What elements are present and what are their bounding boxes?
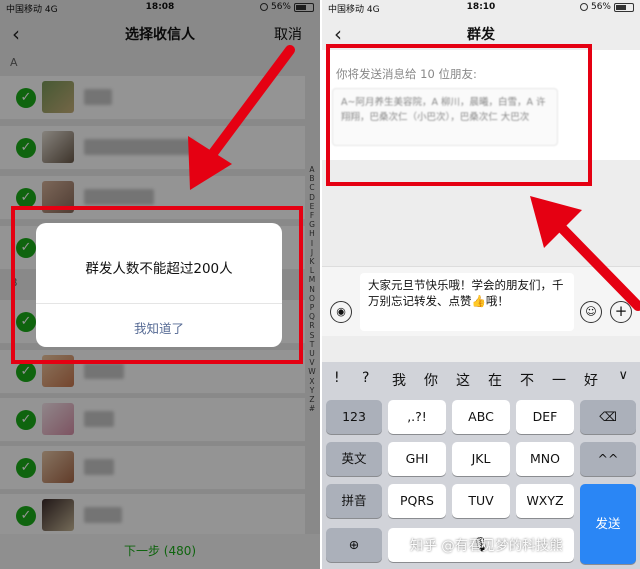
key-pqrs[interactable]: PQRS (388, 484, 446, 518)
collapse-chevron-icon[interactable]: ∨ (618, 368, 628, 383)
battery-percent: 56% (590, 2, 611, 12)
battery-indicator: 56% (579, 2, 634, 12)
send-button[interactable]: 发送 (580, 484, 636, 564)
plus-icon[interactable]: + (610, 301, 632, 323)
key-tuv[interactable]: TUV (452, 484, 510, 518)
key-numbers[interactable]: 123 (326, 400, 382, 434)
candidate-item[interactable]: 好 (584, 370, 598, 390)
message-text-field[interactable]: 大家元旦节快乐哦！学会的朋友们，千万别忘记转发、点赞👍哦！ (360, 273, 574, 331)
key-jkl[interactable]: JKL (452, 442, 510, 476)
page-title: 群发 (467, 27, 495, 43)
candidate-item[interactable]: 你 (424, 370, 438, 390)
rotation-lock-icon (579, 3, 588, 11)
candidate-item[interactable]: 不 (520, 370, 534, 390)
watermark: 知乎 @有看见梦的科技熊 (410, 538, 563, 554)
globe-icon[interactable]: ⊕ (326, 528, 382, 562)
message-input-bar: ◉ 大家元旦节快乐哦！学会的朋友们，千万别忘记转发、点赞👍哦！ ☺ + (322, 266, 640, 336)
highlight-box (326, 44, 592, 186)
backspace-icon[interactable]: ⌫ (580, 400, 636, 434)
key-emoticon[interactable]: ^^ (580, 442, 636, 476)
battery-icon (614, 2, 634, 12)
key-english[interactable]: 英文 (326, 442, 382, 476)
candidate-item[interactable]: ? (362, 370, 369, 386)
voice-input-icon[interactable]: ◉ (330, 301, 352, 323)
candidate-item[interactable]: 在 (488, 370, 502, 390)
key-mno[interactable]: MNO (516, 442, 574, 476)
key-punctuation[interactable]: ,.?! (388, 400, 446, 434)
key-wxyz[interactable]: WXYZ (516, 484, 574, 518)
key-def[interactable]: DEF (516, 400, 574, 434)
candidate-bar: ∨ !? 我你这在不一好 (322, 362, 640, 396)
candidate-item[interactable]: 一 (552, 370, 566, 390)
emoji-icon[interactable]: ☺ (580, 301, 602, 323)
highlight-box (11, 206, 303, 364)
candidate-item[interactable]: 这 (456, 370, 470, 390)
candidate-item[interactable]: ! (334, 370, 340, 386)
key-ghi[interactable]: GHI (388, 442, 446, 476)
key-abc[interactable]: ABC (452, 400, 510, 434)
key-pinyin[interactable]: 拼音 (326, 484, 382, 518)
status-bar: 中国移动 4G 18:10 56% (322, 0, 640, 16)
recipient-picker-screen: 中国移动 4G 18:08 56% ‹ 选择收信人 取消 A ✓ ✓ ✓ ✓ B… (0, 0, 320, 569)
candidate-item[interactable]: 我 (392, 370, 406, 390)
broadcast-compose-screen: 中国移动 4G 18:10 56% ‹ 群发 你将发送消息给 10 位朋友: A… (322, 0, 640, 569)
